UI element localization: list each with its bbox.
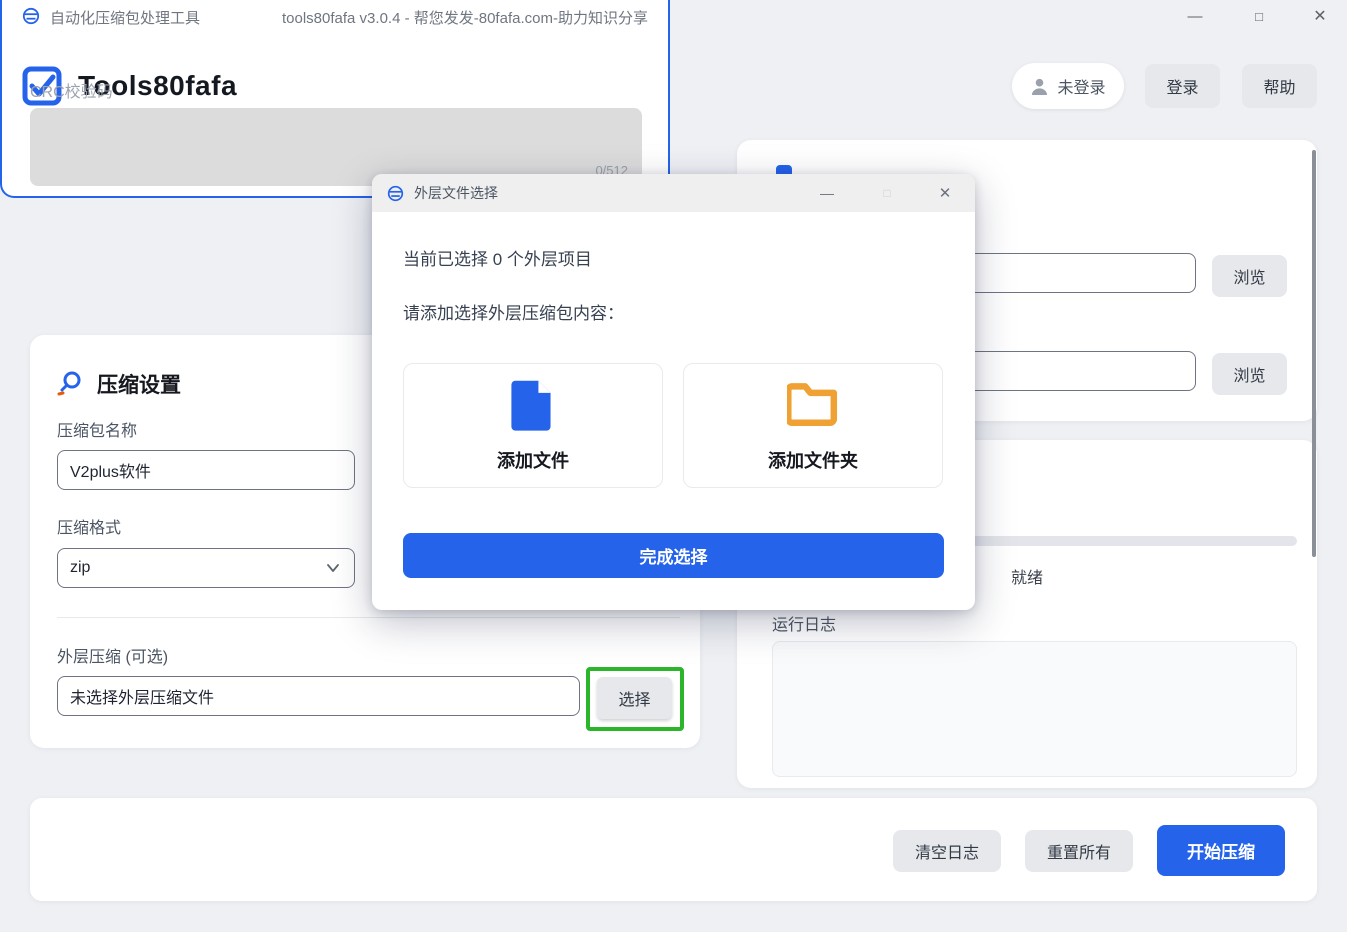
dialog-app-icon — [387, 185, 404, 202]
titlebar-window-title: tools80fafa v3.0.4 - 帮您发发-80fafa.com-助力知… — [282, 7, 648, 28]
add-file-card[interactable]: 添加文件 — [403, 363, 663, 488]
add-folder-card[interactable]: 添加文件夹 — [683, 363, 943, 488]
dialog-selected-info: 当前已选择 0 个外层项目 — [403, 245, 592, 270]
outer-select-button[interactable]: 选择 — [597, 677, 672, 719]
run-log-area[interactable] — [772, 641, 1297, 777]
app-icon — [22, 7, 40, 25]
section-title: 压缩设置 — [97, 369, 181, 399]
dialog-minimize-button[interactable]: — — [810, 174, 844, 212]
titlebar: 自动化压缩包处理工具 tools80fafa v3.0.4 - 帮您发发-80f… — [0, 0, 1347, 32]
start-compress-button[interactable]: 开始压缩 — [1157, 825, 1285, 876]
user-icon — [1030, 77, 1049, 96]
run-log-label: 运行日志 — [772, 611, 836, 635]
help-button[interactable]: 帮助 — [1242, 64, 1317, 108]
settings-magnifier-icon — [57, 370, 83, 398]
section-divider — [57, 617, 680, 618]
archive-name-label: 压缩包名称 — [57, 417, 137, 441]
crc-input[interactable] — [30, 108, 642, 150]
finish-selection-button[interactable]: 完成选择 — [403, 533, 944, 578]
footer-action-bar: 清空日志 重置所有 开始压缩 — [30, 798, 1317, 901]
format-select[interactable]: zip — [57, 548, 355, 588]
dialog-titlebar: 外层文件选择 — □ ✕ — [372, 174, 975, 212]
format-label: 压缩格式 — [57, 514, 121, 538]
browse-button-2[interactable]: 浏览 — [1212, 353, 1287, 395]
window-minimize-button[interactable]: — — [1178, 0, 1212, 32]
add-folder-label: 添加文件夹 — [684, 447, 942, 473]
vertical-scrollbar[interactable] — [1312, 150, 1316, 557]
outer-archive-input[interactable] — [57, 676, 580, 716]
app-window: 自动化压缩包处理工具 tools80fafa v3.0.4 - 帮您发发-80f… — [0, 0, 1347, 932]
login-button[interactable]: 登录 — [1145, 64, 1220, 108]
dialog-title: 外层文件选择 — [414, 183, 498, 203]
browse-button-1[interactable]: 浏览 — [1212, 255, 1287, 297]
clear-log-button[interactable]: 清空日志 — [893, 830, 1001, 872]
titlebar-app-name: 自动化压缩包处理工具 — [50, 7, 200, 28]
add-file-label: 添加文件 — [404, 447, 662, 473]
chevron-down-icon — [324, 559, 342, 577]
folder-icon — [787, 378, 839, 426]
format-selected-value: zip — [70, 559, 90, 577]
archive-name-input[interactable] — [57, 450, 355, 490]
dialog-instruction: 请添加选择外层压缩包内容： — [403, 299, 624, 324]
outer-file-select-dialog: 外层文件选择 — □ ✕ 当前已选择 0 个外层项目 请添加选择外层压缩包内容：… — [372, 174, 975, 610]
reset-all-button[interactable]: 重置所有 — [1025, 830, 1133, 872]
dialog-maximize-button: □ — [870, 174, 904, 212]
outer-archive-label: 外层压缩 (可选) — [57, 643, 168, 667]
user-status-label: 未登录 — [1057, 74, 1105, 98]
crc-label: CRC校验码 — [30, 78, 113, 102]
window-close-button[interactable]: ✕ — [1303, 0, 1337, 32]
user-status-badge[interactable]: 未登录 — [1012, 63, 1124, 109]
file-icon — [510, 378, 556, 432]
dialog-close-button[interactable]: ✕ — [928, 174, 962, 212]
window-maximize-button[interactable]: □ — [1242, 0, 1276, 32]
